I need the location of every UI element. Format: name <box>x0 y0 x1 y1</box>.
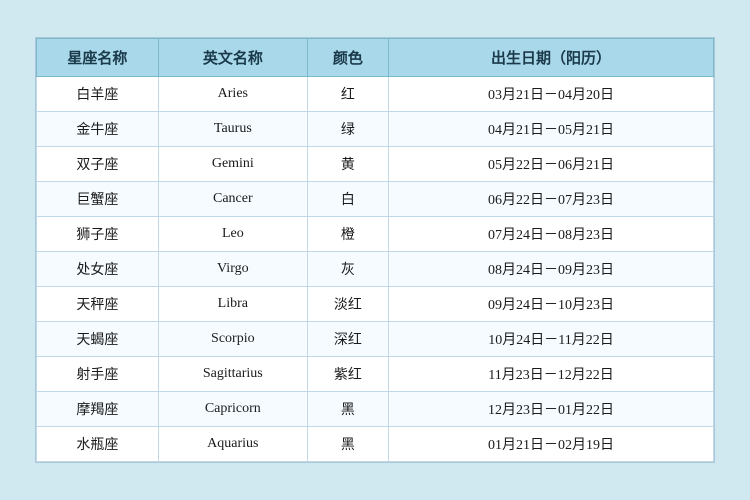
table-row: 天蝎座Scorpio深红10月24日－11月22日 <box>37 322 714 357</box>
cell-en: Capricorn <box>158 392 307 427</box>
cell-zh: 狮子座 <box>37 217 159 252</box>
table-row: 巨蟹座Cancer白06月22日－07月23日 <box>37 182 714 217</box>
cell-zh: 白羊座 <box>37 77 159 112</box>
cell-date: 07月24日－08月23日 <box>389 217 714 252</box>
cell-zh: 巨蟹座 <box>37 182 159 217</box>
table-row: 水瓶座Aquarius黑01月21日－02月19日 <box>37 427 714 462</box>
cell-date: 03月21日－04月20日 <box>389 77 714 112</box>
cell-color: 橙 <box>307 217 388 252</box>
table-row: 狮子座Leo橙07月24日－08月23日 <box>37 217 714 252</box>
cell-color: 红 <box>307 77 388 112</box>
cell-en: Cancer <box>158 182 307 217</box>
header-en: 英文名称 <box>158 39 307 77</box>
table-header-row: 星座名称 英文名称 颜色 出生日期（阳历） <box>37 39 714 77</box>
cell-en: Gemini <box>158 147 307 182</box>
cell-date: 10月24日－11月22日 <box>389 322 714 357</box>
cell-date: 06月22日－07月23日 <box>389 182 714 217</box>
table-row: 射手座Sagittarius紫红11月23日－12月22日 <box>37 357 714 392</box>
cell-zh: 天蝎座 <box>37 322 159 357</box>
cell-zh: 摩羯座 <box>37 392 159 427</box>
cell-date: 01月21日－02月19日 <box>389 427 714 462</box>
zodiac-table: 星座名称 英文名称 颜色 出生日期（阳历） 白羊座Aries红03月21日－04… <box>36 38 714 462</box>
cell-en: Scorpio <box>158 322 307 357</box>
cell-date: 04月21日－05月21日 <box>389 112 714 147</box>
cell-date: 05月22日－06月21日 <box>389 147 714 182</box>
cell-en: Virgo <box>158 252 307 287</box>
table-row: 摩羯座Capricorn黑12月23日－01月22日 <box>37 392 714 427</box>
table-row: 白羊座Aries红03月21日－04月20日 <box>37 77 714 112</box>
cell-en: Taurus <box>158 112 307 147</box>
cell-zh: 金牛座 <box>37 112 159 147</box>
cell-color: 紫红 <box>307 357 388 392</box>
cell-en: Aquarius <box>158 427 307 462</box>
cell-en: Libra <box>158 287 307 322</box>
table-body: 白羊座Aries红03月21日－04月20日金牛座Taurus绿04月21日－0… <box>37 77 714 462</box>
cell-zh: 射手座 <box>37 357 159 392</box>
cell-zh: 处女座 <box>37 252 159 287</box>
cell-zh: 水瓶座 <box>37 427 159 462</box>
zodiac-table-container: 星座名称 英文名称 颜色 出生日期（阳历） 白羊座Aries红03月21日－04… <box>35 37 715 463</box>
cell-color: 白 <box>307 182 388 217</box>
cell-date: 12月23日－01月22日 <box>389 392 714 427</box>
cell-color: 淡红 <box>307 287 388 322</box>
header-color: 颜色 <box>307 39 388 77</box>
cell-date: 11月23日－12月22日 <box>389 357 714 392</box>
cell-en: Sagittarius <box>158 357 307 392</box>
cell-color: 深红 <box>307 322 388 357</box>
table-row: 双子座Gemini黄05月22日－06月21日 <box>37 147 714 182</box>
cell-zh: 双子座 <box>37 147 159 182</box>
cell-date: 08月24日－09月23日 <box>389 252 714 287</box>
table-row: 金牛座Taurus绿04月21日－05月21日 <box>37 112 714 147</box>
cell-en: Aries <box>158 77 307 112</box>
cell-color: 黑 <box>307 392 388 427</box>
cell-color: 灰 <box>307 252 388 287</box>
cell-color: 黄 <box>307 147 388 182</box>
cell-date: 09月24日－10月23日 <box>389 287 714 322</box>
header-date: 出生日期（阳历） <box>389 39 714 77</box>
cell-color: 黑 <box>307 427 388 462</box>
header-zh: 星座名称 <box>37 39 159 77</box>
table-row: 处女座Virgo灰08月24日－09月23日 <box>37 252 714 287</box>
cell-zh: 天秤座 <box>37 287 159 322</box>
cell-color: 绿 <box>307 112 388 147</box>
cell-en: Leo <box>158 217 307 252</box>
table-row: 天秤座Libra淡红09月24日－10月23日 <box>37 287 714 322</box>
